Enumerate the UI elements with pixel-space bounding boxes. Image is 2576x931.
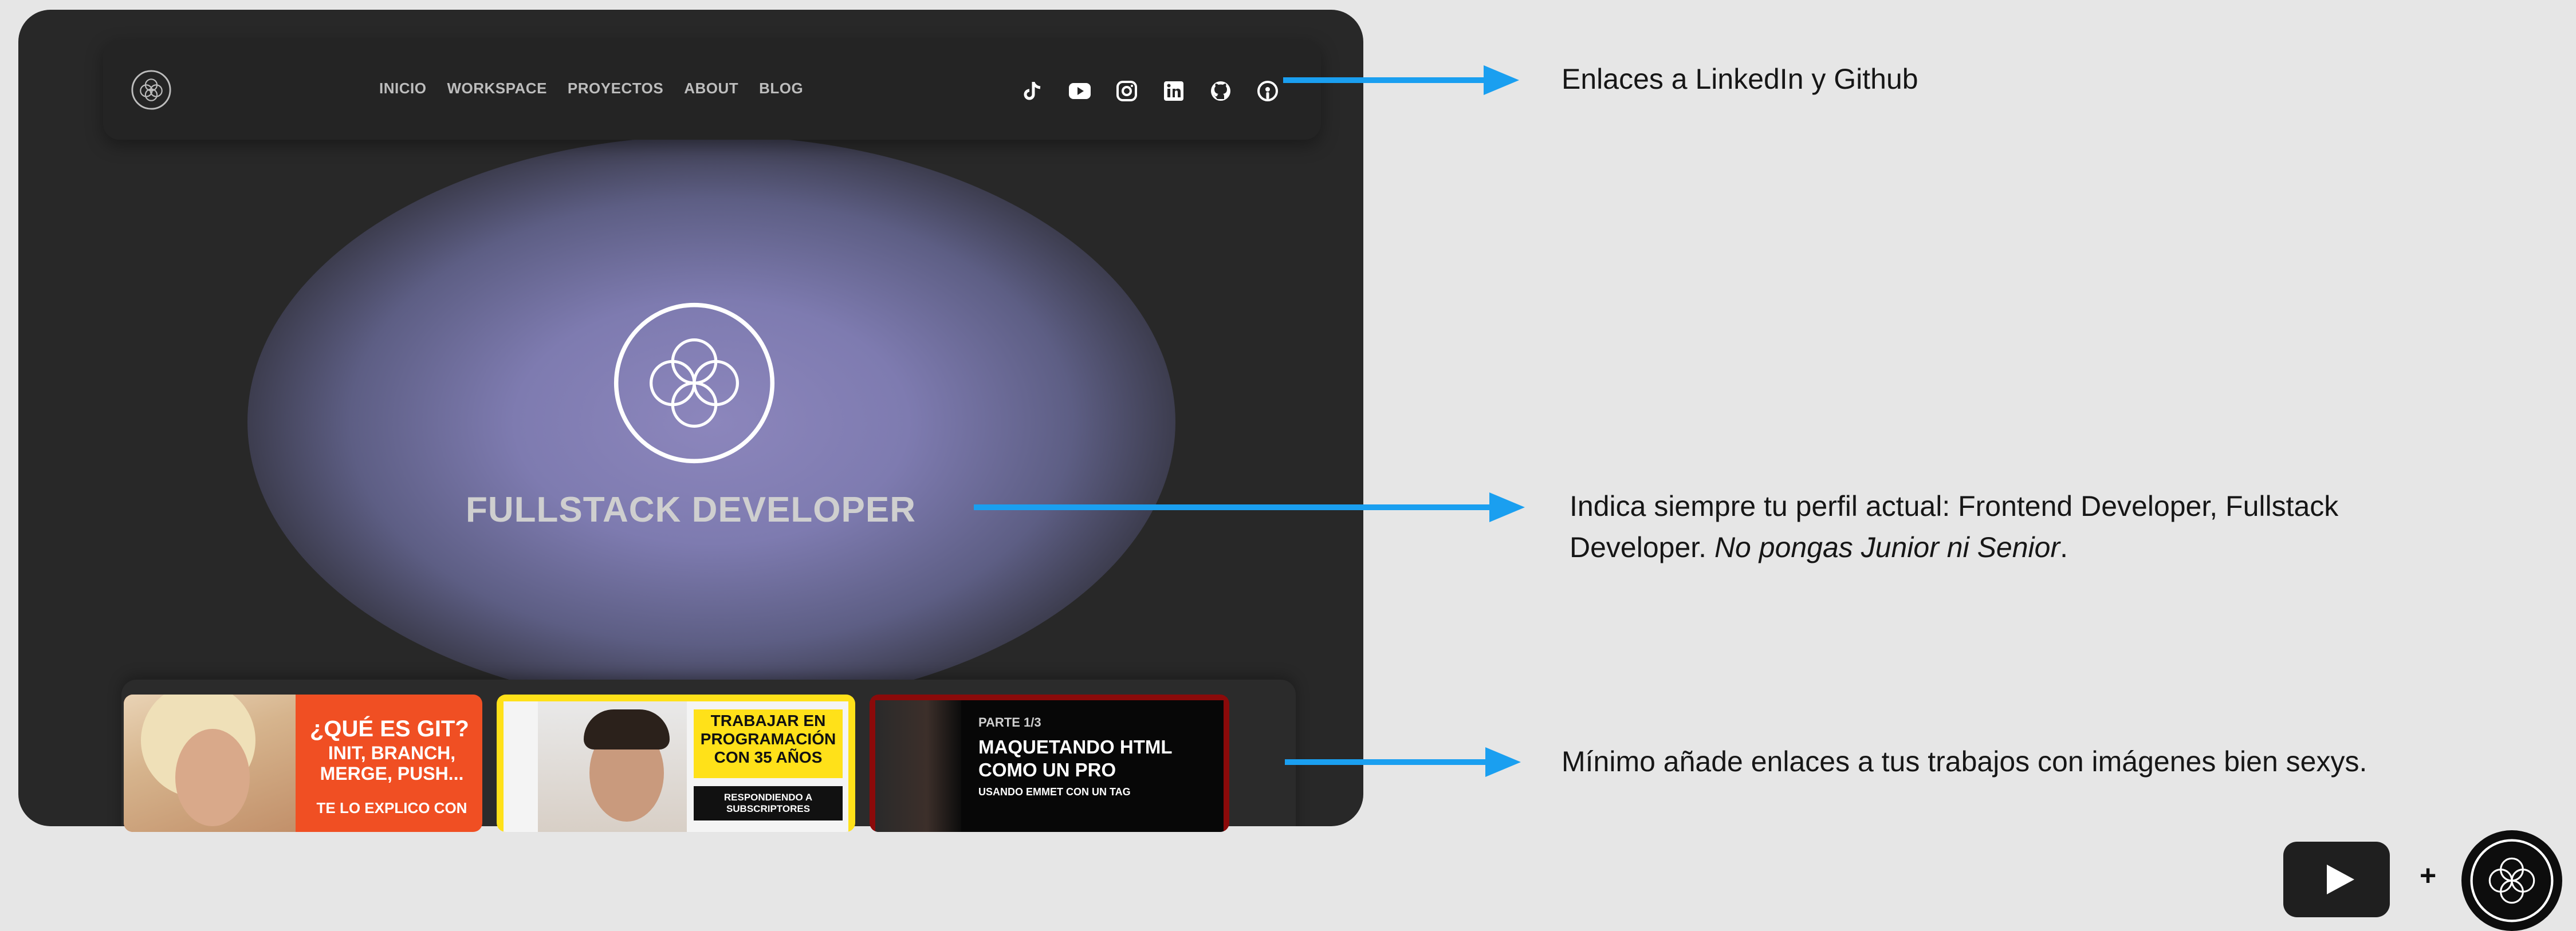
podcast-icon[interactable]	[1255, 78, 1280, 104]
card-title: ¿QUÉ ES GIT?	[310, 716, 469, 741]
arrow-works	[1285, 747, 1521, 777]
nav-links: INICIO WORKSPACE PROYECTOS ABOUT BLOG	[379, 80, 803, 97]
youtube-icon[interactable]	[1067, 78, 1092, 104]
youtube-badge	[2283, 842, 2390, 917]
nav-link-about[interactable]: ABOUT	[684, 80, 738, 97]
navbar: INICIO WORKSPACE PROYECTOS ABOUT BLOG	[103, 40, 1321, 140]
plus-sign: +	[2420, 859, 2437, 891]
annotation-works: Mínimo añade enlaces a tus trabajos con …	[1562, 745, 2367, 778]
arrow-profile	[974, 492, 1525, 522]
site-logo-icon[interactable]	[131, 69, 172, 111]
card-thumbnail-image	[875, 700, 961, 832]
brand-logo-icon	[2461, 830, 2562, 931]
card-subtitle: INIT, BRANCH, MERGE, PUSH...	[320, 743, 464, 784]
card-thumbnail-image	[124, 695, 296, 832]
hero-logo-icon	[613, 302, 775, 464]
social-links	[1020, 78, 1280, 104]
project-card-35-anos[interactable]: TRABAJAR EN PROGRAMACIÓN CON 35 AÑOS RES…	[497, 695, 855, 832]
card-subtitle: USANDO EMMET CON UN TAG	[978, 786, 1131, 798]
annotation-profile-italic: No pongas Junior ni Senior	[1714, 531, 2060, 563]
annotation-profile-end: .	[2060, 531, 2068, 563]
nav-link-blog[interactable]: BLOG	[759, 80, 803, 97]
play-icon	[2327, 865, 2354, 894]
arrow-links	[1283, 65, 1519, 95]
annotation-links: Enlaces a LinkedIn y Github	[1562, 63, 1918, 95]
github-icon[interactable]	[1208, 78, 1233, 104]
linkedin-icon[interactable]	[1161, 78, 1186, 104]
nav-link-inicio[interactable]: INICIO	[379, 80, 426, 97]
nav-link-workspace[interactable]: WORKSPACE	[447, 80, 546, 97]
card-footer-text: TE LO EXPLICO CON	[316, 799, 467, 816]
project-card-git[interactable]: ¿QUÉ ES GIT? INIT, BRANCH, MERGE, PUSH..…	[124, 695, 482, 832]
instagram-icon[interactable]	[1114, 78, 1139, 104]
nav-link-proyectos[interactable]: PROYECTOS	[568, 80, 663, 97]
project-card-html[interactable]: PARTE 1/3 MAQUETANDO HTML COMO UN PRO US…	[870, 695, 1229, 832]
tiktok-icon[interactable]	[1020, 78, 1045, 104]
card-thumbnail-image	[538, 701, 687, 832]
card-tag: RESPONDIENDO A SUBSCRIPTORES	[694, 786, 843, 820]
card-title: MAQUETANDO HTML COMO UN PRO	[978, 736, 1172, 780]
annotation-profile: Indica siempre tu perfil actual: Fronten…	[1570, 486, 2463, 568]
card-part-label: PARTE 1/3	[978, 715, 1041, 729]
card-title: TRABAJAR EN PROGRAMACIÓN CON 35 AÑOS	[694, 709, 843, 778]
